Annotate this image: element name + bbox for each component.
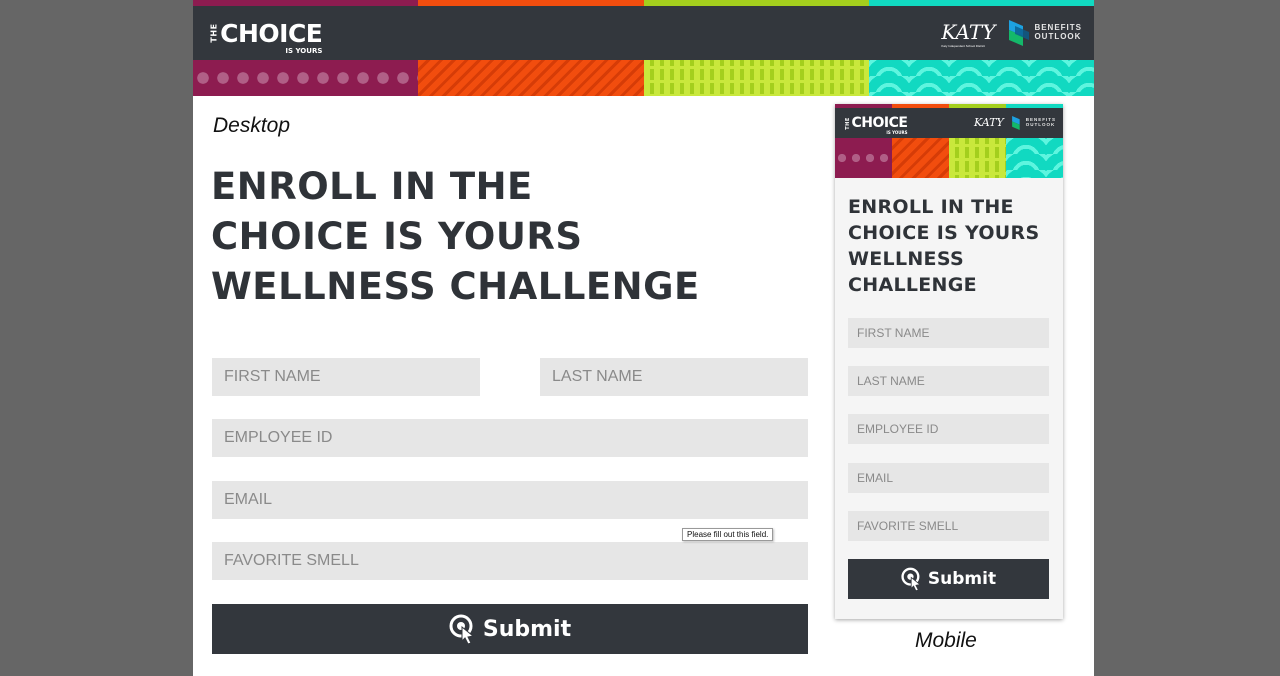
mobile-diagonal-pattern	[892, 138, 949, 178]
mobile-benefits-outlook-mark-icon	[1011, 116, 1020, 130]
mobile-caption: Mobile	[915, 629, 977, 652]
title-line-2: CHOICE IS YOURS	[211, 215, 583, 258]
mobile-header-bar: THE CHOICE IS YOURS KATY BENEFITS OUTLOO…	[835, 108, 1063, 138]
desktop-submit-button[interactable]: Submit	[212, 604, 808, 654]
mobile-first-name-field[interactable]: FIRST NAME	[848, 318, 1049, 348]
mobile-header-patterns	[835, 138, 1063, 178]
favorite-smell-placeholder: FAVORITE SMELL	[224, 552, 359, 569]
katy-logo: KATY Katy Independent School District	[941, 20, 996, 48]
benefits-outlook-mark-icon	[1009, 20, 1030, 46]
katy-logo-text: KATY	[941, 20, 996, 44]
mobile-target-cursor-icon	[901, 567, 921, 591]
mobile-wave-pattern	[1006, 138, 1063, 178]
email-field[interactable]: EMAIL	[212, 481, 808, 519]
mobile-preview: THE CHOICE IS YOURS KATY BENEFITS OUTLOO…	[835, 104, 1063, 619]
wave-pattern	[868, 60, 1094, 96]
first-name-placeholder: FIRST NAME	[224, 368, 321, 385]
mobile-choice-logo: THE CHOICE IS YOURS	[842, 111, 908, 135]
logo-the-text: THE	[209, 23, 219, 43]
diagonal-pattern	[418, 60, 644, 96]
mobile-top-color-stripes	[835, 104, 1063, 108]
header-patterns	[193, 60, 1094, 96]
desktop-caption: Desktop	[213, 114, 291, 137]
mobile-title-line-4: CHALLENGE	[848, 274, 977, 296]
mobile-title-line-2: CHOICE IS YOURS	[848, 222, 1040, 244]
mobile-submit-button[interactable]: Submit	[848, 559, 1049, 599]
mobile-grid-pattern	[949, 138, 1006, 178]
mobile-favorite-smell-placeholder: FAVORITE SMELL	[857, 519, 959, 533]
choice-logo: THE CHOICE IS YOURS	[205, 13, 323, 55]
logo-is-yours-text: IS YOURS	[285, 47, 323, 55]
mobile-title-line-1: ENROLL IN THE	[848, 196, 1014, 218]
validation-tooltip: Please fill out this field.	[682, 528, 774, 541]
mobile-last-name-placeholder: LAST NAME	[857, 374, 925, 388]
logo-choice-text: CHOICE	[220, 18, 323, 48]
desktop-page-title: ENROLL IN THE CHOICE IS YOURS WELLNESS C…	[211, 162, 811, 312]
email-placeholder: EMAIL	[224, 491, 273, 508]
form-preview-canvas: THE CHOICE IS YOURS KATY Katy Independen…	[193, 0, 1094, 676]
mobile-employee-id-placeholder: EMPLOYEE ID	[857, 422, 939, 436]
mobile-logo-choice-text: CHOICE	[851, 115, 908, 131]
last-name-placeholder: LAST NAME	[552, 368, 643, 385]
mobile-email-placeholder: EMAIL	[857, 471, 894, 485]
mobile-logo-is-yours-text: IS YOURS	[886, 130, 908, 135]
first-name-field[interactable]: FIRST NAME	[212, 358, 480, 396]
mobile-logo-the-text: THE	[844, 116, 851, 130]
employee-id-field[interactable]: EMPLOYEE ID	[212, 419, 808, 457]
mobile-title-line-3: WELLNESS	[848, 248, 964, 270]
mobile-submit-label: Submit	[927, 569, 997, 589]
katy-logo-subtext: Katy Independent School District	[941, 44, 985, 48]
employee-id-placeholder: EMPLOYEE ID	[224, 429, 333, 446]
mobile-employee-id-field[interactable]: EMPLOYEE ID	[848, 414, 1049, 444]
mobile-page-title: ENROLL IN THE CHOICE IS YOURS WELLNESS C…	[848, 194, 1048, 298]
title-line-1: ENROLL IN THE	[211, 165, 533, 208]
mobile-benefits-outlook-text: BENEFITS OUTLOOK	[1025, 117, 1056, 128]
benefits-outlook-text: BENEFITS OUTLOOK	[1034, 23, 1082, 42]
target-cursor-icon	[449, 614, 475, 644]
mobile-katy-logo: KATY	[974, 116, 1004, 130]
mobile-last-name-field[interactable]: LAST NAME	[848, 366, 1049, 396]
mobile-email-field[interactable]: EMAIL	[848, 463, 1049, 493]
mobile-dots-pattern	[835, 138, 892, 178]
partner-logos: KATY Katy Independent School District BE…	[941, 20, 1082, 48]
mobile-partner-logos: KATY BENEFITS OUTLOOK	[974, 116, 1056, 130]
mobile-favorite-smell-field[interactable]: FAVORITE SMELL	[848, 511, 1049, 541]
mobile-outlook-text: OUTLOOK	[1025, 122, 1056, 127]
mobile-katy-logo-text: KATY	[974, 116, 1004, 129]
header-bar: THE CHOICE IS YOURS KATY Katy Independen…	[193, 6, 1094, 60]
top-color-stripes	[193, 0, 1094, 6]
mobile-header-banner: THE CHOICE IS YOURS KATY BENEFITS OUTLOO…	[835, 104, 1063, 178]
desktop-submit-label: Submit	[482, 616, 572, 642]
title-line-3: WELLNESS CHALLENGE	[211, 265, 700, 308]
favorite-smell-field[interactable]: FAVORITE SMELL	[212, 542, 808, 580]
outlook-text: OUTLOOK	[1034, 32, 1082, 41]
grid-pattern	[643, 60, 869, 96]
mobile-first-name-placeholder: FIRST NAME	[857, 326, 930, 340]
desktop-header-banner: THE CHOICE IS YOURS KATY Katy Independen…	[193, 0, 1094, 96]
last-name-field[interactable]: LAST NAME	[540, 358, 808, 396]
dots-pattern	[193, 60, 419, 96]
